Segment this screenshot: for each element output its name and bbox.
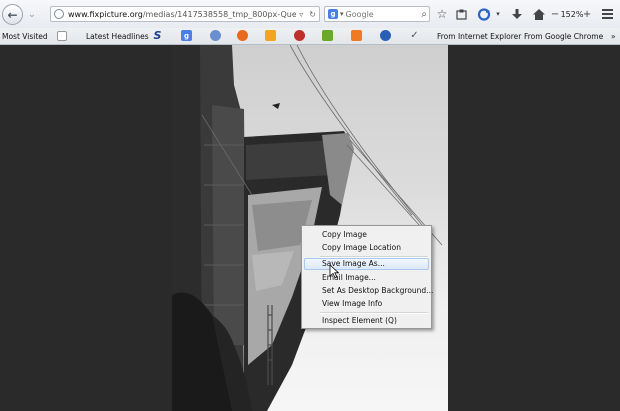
menu-item-view-image-info[interactable]: View Image Info — [304, 298, 429, 310]
menu-item-copy-image[interactable]: Copy Image — [304, 229, 429, 241]
download-icon[interactable] — [511, 5, 523, 23]
globe-bookmark-icon[interactable] — [210, 30, 221, 41]
sync-icon[interactable] — [476, 5, 492, 23]
star-icon[interactable]: ☆ — [436, 5, 448, 23]
blank-page-icon[interactable] — [57, 31, 67, 41]
forward-button[interactable]: ⌄ — [24, 6, 40, 22]
home-icon[interactable] — [532, 5, 545, 23]
bookmark-folder-chrome-label: From Google Chrome — [524, 31, 604, 41]
url-bar[interactable]: www.fixpicture.org/medias/1417538558_tmp… — [50, 6, 320, 22]
bookmark-folder-google-chrome[interactable]: From Google Chrome — [524, 28, 603, 44]
google-icon[interactable]: g — [328, 9, 338, 19]
menu-separator — [320, 312, 428, 314]
bookmarks-overflow-label: » — [611, 31, 616, 41]
menu-item-inspect-element[interactable]: Inspect Element (Q) — [304, 315, 429, 327]
bookmark-green-icon[interactable] — [322, 30, 333, 41]
zoom-out-button[interactable]: − — [551, 5, 559, 23]
reading-list-icon[interactable] — [455, 5, 467, 23]
mouse-cursor-icon — [329, 264, 339, 278]
search-bar[interactable]: g ▾ ⌕ — [324, 6, 430, 22]
bookmark-latest-headlines[interactable]: Latest Headlines — [86, 28, 149, 44]
menu-item-copy-image-location[interactable]: Copy Image Location — [304, 242, 429, 254]
url-domain: www.fixpicture.org — [68, 9, 143, 19]
back-button[interactable]: ← — [2, 4, 23, 25]
menu-item-set-desktop-background[interactable]: Set As Desktop Background... — [304, 285, 433, 297]
search-input[interactable] — [343, 9, 422, 19]
zoom-level: 152% — [560, 9, 584, 19]
zoom-plus-label: + — [582, 8, 592, 20]
bookmark-folder-internet-explorer[interactable]: From Internet Explorer — [437, 28, 521, 44]
url-path: /medias/1417538558_tmp_800px-Queen_Mary_… — [142, 9, 297, 19]
url-history-dropdown-icon[interactable]: ▿ — [296, 10, 306, 19]
bookmark-latest-headlines-label: Latest Headlines — [86, 31, 149, 41]
bookmark-orange-icon[interactable] — [265, 30, 276, 41]
bookmark-most-visited-label: Most Visited — [2, 31, 48, 41]
bookmarks-overflow-button[interactable]: » — [611, 28, 616, 44]
url-text[interactable]: www.fixpicture.org/medias/1417538558_tmp… — [68, 10, 296, 19]
bookmark-tool-icon[interactable]: ✓ — [409, 30, 420, 41]
bookmarks-toolbar: Most Visited Latest Headlines S g ✓ From… — [0, 28, 620, 45]
zoom-minus-label: − — [550, 8, 560, 20]
bookmark-folder-ie-label: From Internet Explorer — [437, 31, 522, 41]
globe-icon — [54, 9, 64, 19]
bookmark-most-visited[interactable]: Most Visited — [2, 28, 48, 44]
forward-icon: ⌄ — [27, 8, 37, 20]
firefox-icon[interactable] — [237, 30, 248, 41]
zoom-reset-button[interactable]: 152% — [560, 5, 584, 23]
context-menu: Copy Image Copy Image Location Save Imag… — [301, 225, 433, 329]
google-plus-icon[interactable]: g — [181, 30, 192, 41]
navigation-toolbar: ← ⌄ www.fixpicture.org/medias/1417538558… — [0, 0, 620, 28]
menu-icon[interactable] — [600, 5, 614, 23]
reload-icon[interactable]: ↻ — [306, 10, 319, 19]
skype-s-icon[interactable]: S — [152, 29, 163, 42]
bookmark-red-icon[interactable] — [294, 30, 305, 41]
zoom-in-button[interactable]: + — [583, 5, 591, 23]
blogger-icon[interactable] — [351, 30, 362, 41]
search-icon[interactable]: ⌕ — [421, 9, 429, 20]
bookmark-blue-icon[interactable] — [380, 30, 391, 41]
sync-dropdown-icon[interactable]: ▾ — [494, 5, 502, 23]
back-icon: ← — [7, 7, 18, 22]
menu-item-email-image[interactable]: Email Image... — [304, 272, 429, 284]
menu-item-save-image-as[interactable]: Save Image As... — [304, 258, 429, 270]
